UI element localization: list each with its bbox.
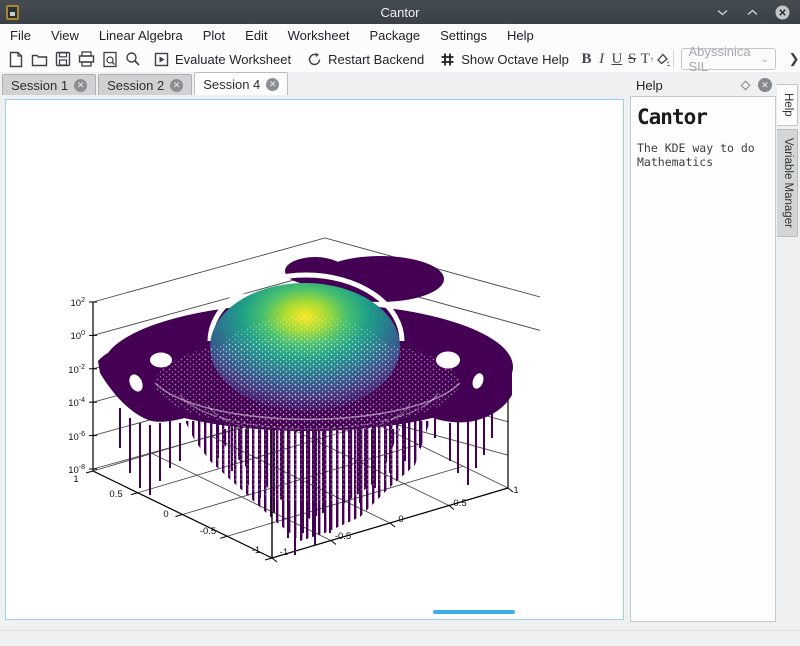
tab-label: Session 1 bbox=[11, 78, 68, 93]
print-preview-button[interactable] bbox=[102, 48, 118, 70]
close-icon bbox=[775, 5, 790, 20]
toolbar-separator bbox=[673, 50, 674, 68]
bold-button[interactable]: B bbox=[579, 48, 594, 70]
show-octave-help-button[interactable]: Show Octave Help bbox=[440, 52, 569, 67]
octave-3d-plot: 102 100 10-2 10-4 10-6 10-8 1 0.5 0 -0.5… bbox=[60, 233, 540, 563]
svg-text:-1: -1 bbox=[252, 545, 260, 556]
evaluate-icon bbox=[154, 52, 169, 67]
restart-backend-button[interactable]: Restart Backend bbox=[307, 52, 424, 67]
svg-text:1: 1 bbox=[73, 474, 78, 485]
close-icon: ✕ bbox=[761, 80, 769, 91]
y-axis-labels: 1 0.5 0 -0.5 -1 bbox=[73, 474, 260, 556]
printer-icon bbox=[78, 51, 95, 67]
print-button[interactable] bbox=[78, 48, 95, 70]
menu-help[interactable]: Help bbox=[507, 28, 534, 43]
new-document-icon bbox=[8, 51, 24, 68]
chevron-down-icon: ⌄ bbox=[761, 54, 769, 65]
close-button[interactable] bbox=[774, 4, 790, 20]
maximize-button[interactable] bbox=[744, 4, 760, 20]
z-axis-labels: 102 100 10-2 10-4 10-6 10-8 bbox=[68, 297, 85, 476]
open-button[interactable] bbox=[31, 48, 48, 70]
svg-text:10-4: 10-4 bbox=[68, 397, 85, 409]
octave-help-icon bbox=[440, 52, 455, 67]
save-button[interactable] bbox=[55, 48, 71, 70]
tab-label: Session 2 bbox=[107, 78, 164, 93]
surface bbox=[98, 256, 513, 555]
svg-text:102: 102 bbox=[71, 297, 86, 309]
folder-icon bbox=[31, 52, 48, 67]
help-body-text: The KDE way to do Mathematics bbox=[637, 141, 757, 170]
svg-text:10-6: 10-6 bbox=[68, 431, 85, 443]
titlebar[interactable]: Cantor bbox=[0, 0, 800, 24]
float-panel-icon[interactable] bbox=[741, 80, 751, 90]
italic-button[interactable]: I bbox=[594, 48, 609, 70]
help-heading: Cantor bbox=[637, 105, 769, 129]
menu-file[interactable]: File bbox=[10, 28, 31, 43]
svg-text:-1: -1 bbox=[280, 547, 288, 558]
menubar: File View Linear Algebra Plot Edit Works… bbox=[0, 24, 800, 46]
close-panel-button[interactable]: ✕ bbox=[758, 78, 772, 92]
main-area: 102 100 10-2 10-4 10-6 10-8 1 0.5 0 -0.5… bbox=[0, 95, 800, 630]
help-dock-title: Help bbox=[636, 78, 663, 93]
restart-icon bbox=[307, 52, 322, 67]
search-icon bbox=[125, 51, 141, 67]
restart-backend-label: Restart Backend bbox=[328, 52, 424, 67]
menu-linear-algebra[interactable]: Linear Algebra bbox=[99, 28, 183, 43]
help-dock: Help ✕ Cantor The KDE way to do Mathemat… bbox=[630, 74, 776, 623]
svg-text:1: 1 bbox=[513, 485, 518, 496]
svg-text:0: 0 bbox=[163, 509, 168, 520]
tab-label: Session 4 bbox=[203, 77, 260, 92]
surface-plot-svg: 102 100 10-2 10-4 10-6 10-8 1 0.5 0 -0.5… bbox=[60, 233, 540, 563]
menu-view[interactable]: View bbox=[51, 28, 79, 43]
menu-plot[interactable]: Plot bbox=[203, 28, 225, 43]
side-tab-help[interactable]: Help bbox=[777, 84, 798, 126]
text-color-button[interactable] bbox=[655, 48, 671, 70]
svg-text:-0.5: -0.5 bbox=[200, 526, 216, 537]
toolbar: Evaluate Worksheet Restart Backend Show … bbox=[0, 46, 800, 72]
tab-close-icon[interactable]: ✕ bbox=[74, 79, 87, 92]
svg-text:10-2: 10-2 bbox=[68, 364, 85, 376]
toolbar-overflow-button[interactable]: ❯ bbox=[788, 49, 800, 69]
menu-worksheet[interactable]: Worksheet bbox=[288, 28, 350, 43]
paint-bucket-icon bbox=[655, 52, 671, 66]
font-combobox[interactable]: Abyssinica SIL ⌄ bbox=[681, 48, 776, 70]
menu-package[interactable]: Package bbox=[369, 28, 420, 43]
svg-text:-0.5: -0.5 bbox=[335, 531, 351, 542]
find-button[interactable] bbox=[125, 48, 141, 70]
tab-close-icon[interactable]: ✕ bbox=[170, 79, 183, 92]
superscript-button[interactable]: T↑ bbox=[640, 48, 655, 70]
tab-close-icon[interactable]: ✕ bbox=[266, 78, 279, 91]
side-tab-variable-manager[interactable]: Variable Manager bbox=[777, 129, 798, 237]
window-title: Cantor bbox=[0, 5, 800, 20]
underline-button[interactable]: U bbox=[609, 48, 624, 70]
help-dock-content[interactable]: Cantor The KDE way to do Mathematics bbox=[630, 96, 776, 622]
svg-text:100: 100 bbox=[71, 330, 86, 342]
worksheet-entry-cursor[interactable] bbox=[433, 610, 515, 614]
font-combobox-value: Abyssinica SIL bbox=[688, 44, 760, 74]
menu-settings[interactable]: Settings bbox=[440, 28, 487, 43]
tab-session-1[interactable]: Session 1 ✕ bbox=[2, 74, 96, 95]
tab-session-2[interactable]: Session 2 ✕ bbox=[98, 74, 192, 95]
show-octave-help-label: Show Octave Help bbox=[461, 52, 569, 67]
statusbar bbox=[0, 630, 800, 646]
svg-text:0: 0 bbox=[398, 514, 403, 525]
minimize-button[interactable] bbox=[714, 4, 730, 20]
evaluate-worksheet-label: Evaluate Worksheet bbox=[175, 52, 291, 67]
right-panel-tabstrip: Help Variable Manager bbox=[777, 84, 800, 240]
svg-text:0.5: 0.5 bbox=[453, 498, 466, 509]
svg-text:0.5: 0.5 bbox=[109, 489, 122, 500]
worksheet[interactable]: 102 100 10-2 10-4 10-6 10-8 1 0.5 0 -0.5… bbox=[5, 99, 624, 620]
new-worksheet-button[interactable] bbox=[8, 48, 24, 70]
floppy-disk-icon bbox=[55, 51, 71, 67]
help-dock-titlebar[interactable]: Help ✕ bbox=[630, 74, 776, 96]
print-preview-icon bbox=[102, 51, 118, 68]
evaluate-worksheet-button[interactable]: Evaluate Worksheet bbox=[154, 52, 291, 67]
menu-edit[interactable]: Edit bbox=[245, 28, 267, 43]
strikethrough-button[interactable]: S bbox=[624, 48, 639, 70]
tab-session-4[interactable]: Session 4 ✕ bbox=[194, 72, 288, 95]
